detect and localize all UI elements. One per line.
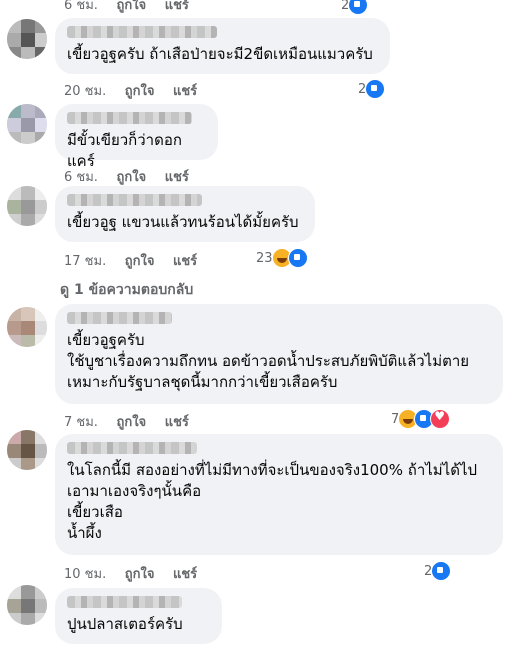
- comment-meta: 6 ชม. ถูกใจ แชร์: [64, 170, 189, 185]
- author-name-blurred[interactable]: [67, 596, 182, 608]
- comment-meta: 20 ชม. ถูกใจ แชร์: [64, 84, 198, 99]
- comment-text: ในโลกนี้มี สองอย่างที่ไม่มีทางที่จะเป็นข…: [67, 461, 478, 542]
- reply-link[interactable]: แชร์: [165, 170, 189, 185]
- comment-bubble: เขี้ยวอูฐครับ ใช้บูชาเรื่องความถึกทน อดข…: [55, 304, 503, 404]
- reaction-summary[interactable]: 7: [391, 409, 451, 429]
- author-name-blurred[interactable]: [67, 26, 217, 38]
- comment-meta: 7 ชม. ถูกใจ แชร์: [64, 415, 189, 430]
- reply-link[interactable]: แชร์: [165, 0, 189, 13]
- like-link[interactable]: ถูกใจ: [125, 254, 155, 269]
- love-reaction-icon: [430, 409, 451, 429]
- comment-text: เขี้ยวอูฐครับ ใช้บูชาเรื่องความถึกทน อดข…: [67, 331, 470, 391]
- avatar[interactable]: [7, 430, 47, 470]
- avatar[interactable]: [7, 585, 47, 625]
- reaction-summary[interactable]: 2: [424, 561, 452, 581]
- like-reaction-icon: [365, 79, 386, 99]
- like-link[interactable]: ถูกใจ: [116, 0, 146, 13]
- like-reaction-icon: [287, 248, 308, 268]
- like-reaction-icon: [348, 0, 369, 15]
- comment-meta: 6 ชม. ถูกใจ แชร์: [64, 0, 189, 13]
- reply-link[interactable]: แชร์: [165, 415, 189, 430]
- author-name-blurred[interactable]: [67, 312, 172, 324]
- comment-bubble: มีขั้วเขียวก็ว่าดอกแคร์: [55, 104, 218, 170]
- author-name-blurred[interactable]: [67, 442, 197, 454]
- reaction-summary[interactable]: 2: [358, 79, 386, 99]
- comment-text: เขี้ยวอูฐครับ ถ้าเสือป่ายจะมี2ขีดเหมือนแ…: [67, 45, 373, 63]
- comment-text: เขี้ยวอูฐ แขวนแล้วทนร้อนได้มั้ยครับ: [67, 213, 299, 231]
- comment-meta: 10 ชม. ถูกใจ แชร์: [64, 567, 198, 582]
- comment-text: ปูนปลาสเตอร์ครับ: [67, 615, 183, 633]
- avatar[interactable]: [7, 186, 47, 226]
- comment-bubble: ปูนปลาสเตอร์ครับ: [55, 588, 222, 644]
- view-replies-link[interactable]: ดู 1 ข้อความตอบกลับ: [60, 279, 193, 301]
- avatar[interactable]: [7, 307, 47, 347]
- like-reaction-icon: [431, 561, 452, 581]
- comment-bubble: เขี้ยวอูฐครับ ถ้าเสือป่ายจะมี2ขีดเหมือนแ…: [55, 18, 390, 74]
- reply-link[interactable]: แชร์: [173, 84, 197, 99]
- author-name-blurred[interactable]: [67, 112, 192, 124]
- like-link[interactable]: ถูกใจ: [116, 170, 146, 185]
- reply-link[interactable]: แชร์: [173, 254, 197, 269]
- avatar[interactable]: [7, 19, 47, 59]
- reply-link[interactable]: แชร์: [173, 567, 197, 582]
- reaction-summary[interactable]: 2: [341, 0, 369, 15]
- author-name-blurred[interactable]: [67, 194, 202, 206]
- comment-bubble: เขี้ยวอูฐ แขวนแล้วทนร้อนได้มั้ยครับ: [55, 186, 315, 242]
- comment-meta: 17 ชม. ถูกใจ แชร์: [64, 254, 198, 269]
- reaction-summary[interactable]: 23: [256, 248, 308, 268]
- comment-bubble: ในโลกนี้มี สองอย่างที่ไม่มีทางที่จะเป็นข…: [55, 434, 503, 555]
- like-link[interactable]: ถูกใจ: [125, 567, 155, 582]
- like-link[interactable]: ถูกใจ: [125, 84, 155, 99]
- like-link[interactable]: ถูกใจ: [116, 415, 146, 430]
- avatar[interactable]: [7, 104, 47, 144]
